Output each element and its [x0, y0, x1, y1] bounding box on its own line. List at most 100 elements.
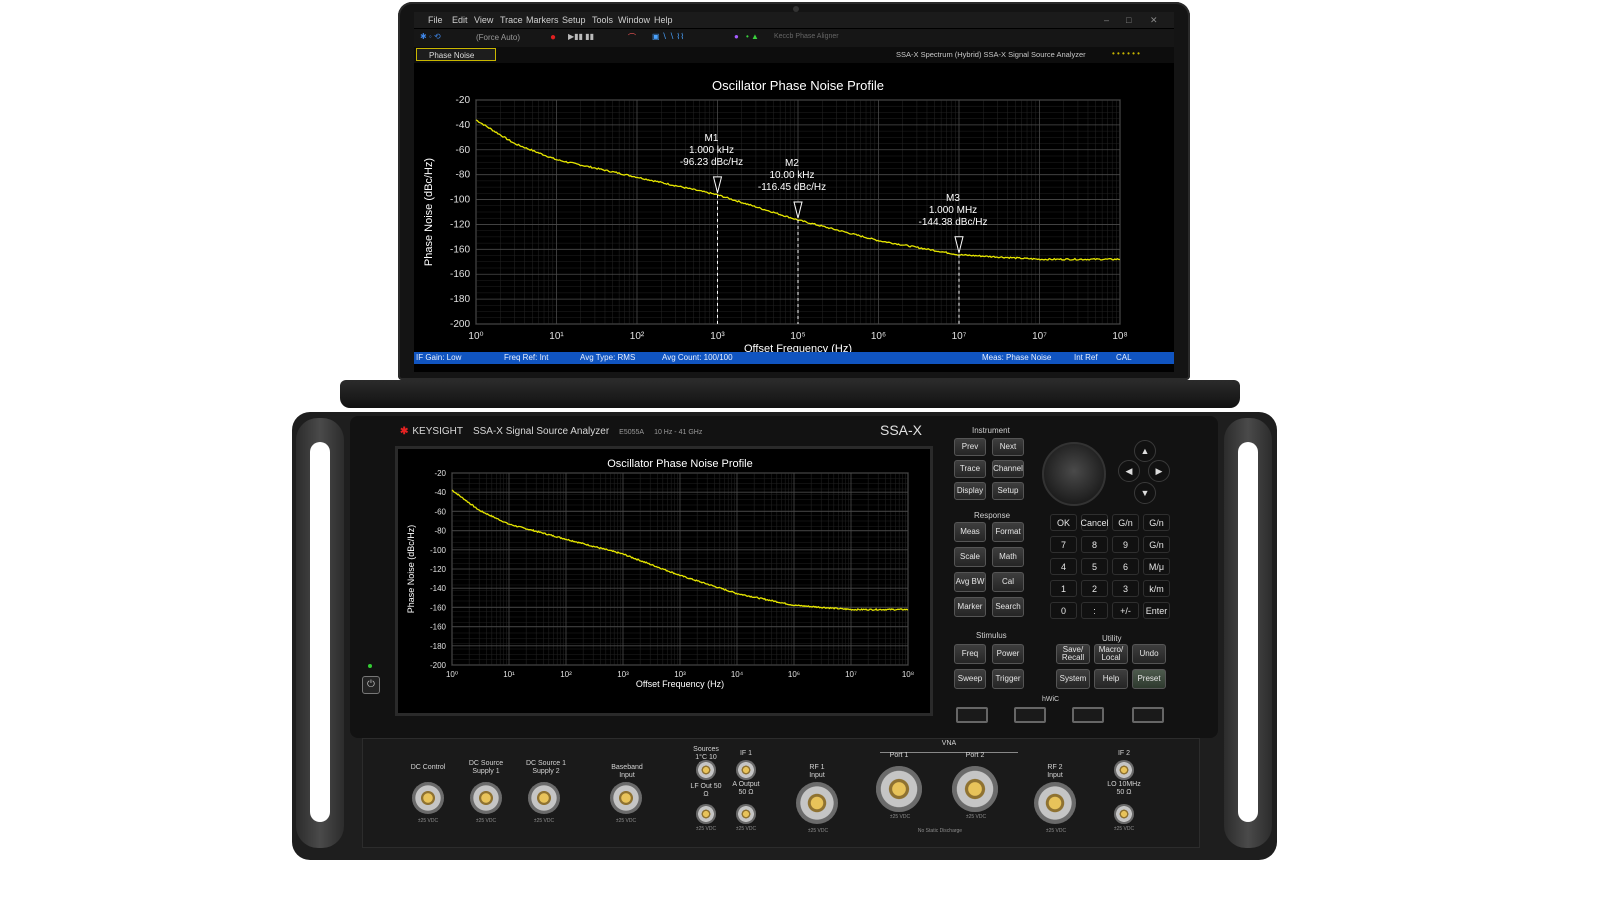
arrow-down-button[interactable]: ▼ — [1134, 482, 1156, 504]
menu-edit[interactable]: Edit — [452, 15, 468, 25]
if1-connector[interactable] — [736, 760, 756, 780]
key-next[interactable]: Next — [992, 438, 1024, 456]
dc-control-connector[interactable] — [412, 782, 444, 814]
esd-warning: No Static Discharge — [917, 828, 963, 834]
key-avg-bw[interactable]: Avg BW — [954, 572, 986, 592]
key-cal[interactable]: Cal — [992, 572, 1024, 592]
key-format[interactable]: Format — [992, 522, 1024, 542]
if1-label: IF 1 — [739, 750, 753, 757]
key-macro-local[interactable]: Macro/ Local — [1094, 644, 1128, 664]
key-marker[interactable]: Marker — [954, 597, 986, 617]
numpad-key-4[interactable]: 4 — [1050, 558, 1077, 575]
key-meas[interactable]: Meas — [954, 522, 986, 542]
port1-connector[interactable] — [876, 766, 922, 812]
run-controls-icon[interactable]: ▶▮▮ ▮▮ — [568, 32, 594, 41]
numpad-key-9[interactable]: 9 — [1112, 536, 1139, 553]
pin-icon[interactable]: ✱ ◦ ⟲ — [420, 32, 441, 41]
key-help[interactable]: Help — [1094, 669, 1128, 689]
key-power[interactable]: Power — [992, 644, 1024, 664]
numpad-key-g-n[interactable]: G/n — [1143, 514, 1170, 531]
baseband-connector[interactable] — [610, 782, 642, 814]
marker-icon[interactable]: ⌒ — [628, 32, 636, 43]
menu-view[interactable]: View — [474, 15, 493, 25]
key-search[interactable]: Search — [992, 597, 1024, 617]
rf1-connector[interactable] — [796, 782, 838, 824]
numpad-key-g-n[interactable]: G/n — [1143, 536, 1170, 553]
key-trace[interactable]: Trace — [954, 460, 986, 478]
rotary-knob[interactable] — [1042, 442, 1106, 506]
key-save-recall[interactable]: Save/ Recall — [1056, 644, 1090, 664]
numpad-key-m[interactable]: M/μ — [1143, 558, 1170, 575]
numpad-key-1[interactable]: 1 — [1050, 580, 1077, 597]
x-tick-label: 10⁴ — [731, 670, 744, 679]
sweep-mode-label[interactable]: (Force Auto) — [476, 33, 520, 42]
menu-markers[interactable]: Markers — [526, 15, 559, 25]
numpad-key-sym-17[interactable]: : — [1081, 602, 1108, 619]
numpad-key-k-m[interactable]: k/m — [1143, 580, 1170, 597]
key-display[interactable]: Display — [954, 482, 986, 500]
numpad-key-3[interactable]: 3 — [1112, 580, 1139, 597]
key-preset[interactable]: Preset — [1132, 669, 1166, 689]
key-undo[interactable]: Undo — [1132, 644, 1166, 664]
maximize-icon[interactable]: □ — [1126, 15, 1131, 25]
key-scale[interactable]: Scale — [954, 547, 986, 567]
key-system[interactable]: System — [1056, 669, 1090, 689]
numpad-key-6[interactable]: 6 — [1112, 558, 1139, 575]
arrow-right-button[interactable]: ▶ — [1148, 460, 1170, 482]
key-trigger[interactable]: Trigger — [992, 669, 1024, 689]
record-icon[interactable]: ● — [550, 32, 556, 43]
port2-connector[interactable] — [952, 766, 998, 812]
menu-setup[interactable]: Setup — [562, 15, 586, 25]
close-icon[interactable]: ✕ — [1150, 15, 1158, 26]
numpad-key-g-n[interactable]: G/n — [1112, 514, 1139, 531]
x-tick-label: 10⁶ — [788, 670, 800, 679]
numpad-key-8[interactable]: 8 — [1081, 536, 1108, 553]
purple-icon[interactable]: ● — [734, 32, 739, 41]
menu-tools[interactable]: Tools — [592, 15, 613, 25]
ref-10mhz-connector[interactable] — [696, 760, 716, 780]
menu-file[interactable]: File — [428, 15, 443, 25]
usb-port-3[interactable] — [1072, 707, 1104, 723]
port2-rating: ±25 VDC — [965, 814, 987, 820]
numpad-key-ok[interactable]: OK — [1050, 514, 1077, 531]
menu-help[interactable]: Help — [654, 15, 673, 25]
instrument-screen[interactable]: Oscillator Phase Noise Profile 10⁰ 10¹ 10² 1… — [395, 446, 933, 716]
minimize-icon[interactable]: – — [1104, 15, 1109, 25]
menu-window[interactable]: Window — [618, 15, 650, 25]
key-prev[interactable]: Prev — [954, 438, 986, 456]
key-math[interactable]: Math — [992, 547, 1024, 567]
y-tick-label: -140 — [430, 584, 447, 593]
measurement-name[interactable]: Keccb Phase Aligner — [774, 33, 839, 40]
toolbar-tools-icon[interactable]: ▣ ∖ ∖ ⌇⌇ — [652, 32, 684, 41]
x-tick-label: 10⁷ — [845, 670, 857, 679]
usb-port-4[interactable] — [1132, 707, 1164, 723]
lo-connector[interactable] — [1114, 804, 1134, 824]
numpad-key-5[interactable]: 5 — [1081, 558, 1108, 575]
usb-port-1[interactable] — [956, 707, 988, 723]
numpad-key-7[interactable]: 7 — [1050, 536, 1077, 553]
arrow-up-button[interactable]: ▲ — [1134, 440, 1156, 462]
numpad-key-cancel[interactable]: Cancel — [1081, 514, 1109, 531]
triangle-icon[interactable]: • ▲ — [746, 32, 759, 41]
lf-out-connector[interactable] — [696, 804, 716, 824]
a-output-connector[interactable] — [736, 804, 756, 824]
key-freq[interactable]: Freq — [954, 644, 986, 664]
key-setup[interactable]: Setup — [992, 482, 1024, 500]
usb-port-2[interactable] — [1014, 707, 1046, 723]
key-sweep[interactable]: Sweep — [954, 669, 986, 689]
dc-supply-2-connector[interactable] — [528, 782, 560, 814]
dc-supply-1-connector[interactable] — [470, 782, 502, 814]
if2-connector[interactable] — [1114, 760, 1134, 780]
x-tick-label: 10⁸ — [902, 670, 914, 679]
numpad-key-2[interactable]: 2 — [1081, 580, 1108, 597]
numpad-key-enter[interactable]: Enter — [1143, 602, 1170, 619]
key-channel[interactable]: Channel — [992, 460, 1024, 478]
rf2-connector[interactable] — [1034, 782, 1076, 824]
numpad-key-sym-18[interactable]: +/- — [1112, 602, 1139, 619]
arrow-left-button[interactable]: ◀ — [1118, 460, 1140, 482]
overflow-dots-icon[interactable]: • • • • • • — [1112, 49, 1140, 58]
power-button[interactable]: ⏻ — [362, 676, 380, 694]
numpad-key-0[interactable]: 0 — [1050, 602, 1077, 619]
tab-phase-noise[interactable]: Phase Noise — [416, 48, 496, 61]
menu-trace[interactable]: Trace — [500, 15, 523, 25]
